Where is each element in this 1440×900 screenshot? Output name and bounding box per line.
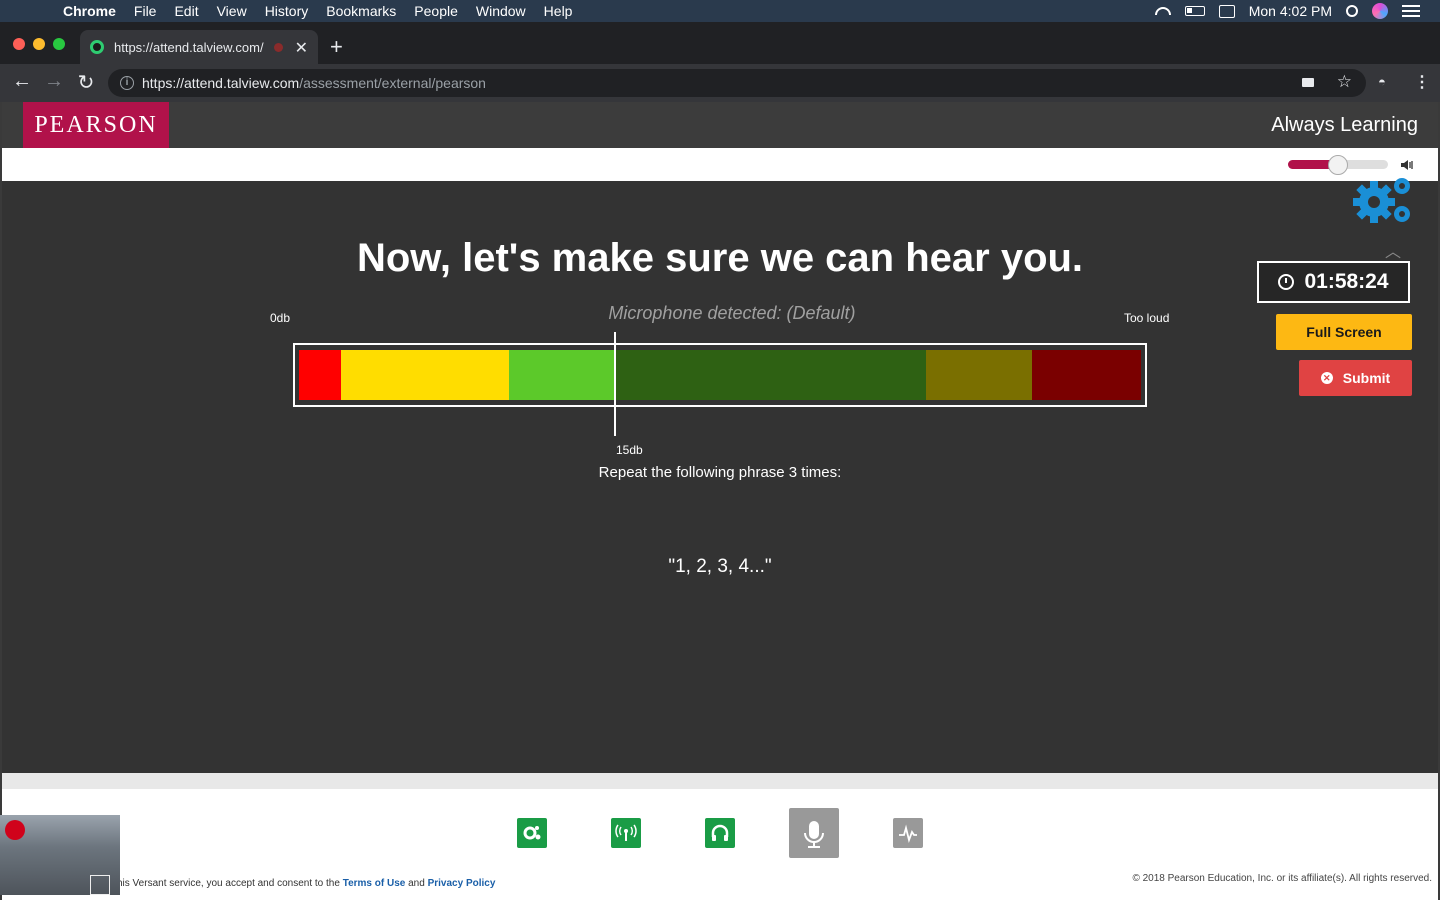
pearson-logo: PEARSON (23, 102, 169, 148)
tab-close-icon[interactable]: ✕ (295, 38, 308, 58)
camera-in-use-icon[interactable] (1302, 78, 1314, 87)
audio-level-marker (613, 332, 616, 436)
meter-max-label: Too loud (1124, 311, 1170, 325)
headphones-icon[interactable] (705, 818, 735, 848)
meter-segment-4 (614, 350, 927, 400)
window-minimize-button[interactable] (33, 38, 45, 50)
browser-toolbar: ← → ↻ i https://attend.talview.com/asses… (0, 64, 1440, 102)
menu-edit[interactable]: Edit (165, 0, 207, 22)
window-close-button[interactable] (13, 38, 25, 50)
tab-title: https://attend.talview.com/ (114, 39, 264, 55)
settings-gears-icon[interactable] (1350, 170, 1416, 230)
chrome-menu-icon[interactable]: ⋮ (1414, 72, 1430, 92)
consent-and: and (405, 878, 428, 889)
volume-strip (2, 148, 1438, 181)
settings-tool-icon[interactable] (517, 818, 547, 848)
menu-app[interactable]: Chrome (54, 0, 125, 22)
meter-segment-6 (1031, 350, 1141, 400)
microphone-status: Microphone detected: (Default) (608, 303, 856, 323)
recording-indicator-icon (274, 43, 283, 52)
calendar-icon[interactable] (1218, 4, 1235, 18)
battery-icon[interactable] (1184, 6, 1205, 16)
menu-window[interactable]: Window (467, 0, 535, 22)
timer-value: 01:58:24 (1304, 270, 1389, 293)
url-path: /assessment/external/pearson (299, 75, 486, 91)
consent-text: his Versant service, you accept and cons… (117, 878, 495, 889)
menu-history[interactable]: History (256, 0, 318, 22)
full-screen-button[interactable]: Full Screen (1276, 314, 1412, 350)
microphone-icon[interactable] (789, 808, 839, 858)
header-tagline: Always Learning (1271, 114, 1418, 136)
copyright-text: © 2018 Pearson Education, Inc. or its af… (1132, 873, 1432, 884)
meter-segment-5 (926, 350, 1032, 400)
address-bar[interactable]: i https://attend.talview.com/assessment/… (108, 69, 1366, 97)
forward-arrow-icon[interactable]: → (42, 70, 66, 93)
footer-divider (2, 773, 1438, 789)
incognito-icon[interactable]: ◓ (1378, 74, 1394, 90)
close-circle-icon: ✕ (1320, 372, 1333, 384)
page-header: PEARSON Always Learning (2, 102, 1438, 148)
page-title: Now, let's make sure we can hear you. (356, 236, 1084, 280)
waveform-icon[interactable] (893, 818, 923, 848)
network-signal-icon[interactable] (611, 818, 641, 848)
meter-segment-2 (341, 350, 510, 400)
terms-of-use-link[interactable]: Terms of Use (343, 878, 406, 889)
countdown-timer: 01:58:24 (1257, 261, 1410, 303)
menubar-clock[interactable]: Mon 4:02 PM (1249, 3, 1332, 19)
bookmark-star-icon[interactable]: ☆ (1337, 72, 1352, 92)
menu-bookmarks[interactable]: Bookmarks (317, 0, 405, 22)
menu-view[interactable]: View (208, 0, 256, 22)
back-arrow-icon[interactable]: ← (10, 70, 34, 93)
reload-icon[interactable]: ↻ (74, 70, 98, 95)
volume-slider-handle[interactable] (1328, 155, 1348, 175)
submit-button[interactable]: ✕ Submit (1299, 360, 1412, 396)
browser-tab[interactable]: https://attend.talview.com/ ✕ (80, 30, 318, 64)
talview-favicon-icon (90, 40, 104, 54)
submit-label: Submit (1342, 370, 1391, 386)
recording-dot-icon (5, 820, 25, 840)
instruction-text: Repeat the following phrase 3 times: (598, 464, 842, 481)
meter-min-label: 0db (270, 311, 291, 325)
spotlight-search-icon[interactable] (1346, 5, 1358, 17)
menu-file[interactable]: File (125, 0, 166, 22)
meter-segment-3 (509, 350, 615, 400)
macos-menubar: Chrome File Edit View History Bookmarks … (0, 0, 1440, 22)
expand-icon[interactable] (90, 875, 110, 895)
url-host: https://attend.talview.com (142, 75, 300, 91)
clock-icon (1278, 274, 1295, 290)
audio-level-meter (299, 350, 1141, 400)
browser-tabbar: https://attend.talview.com/ ✕ + (0, 22, 1440, 64)
phrase-text: "1, 2, 3, 4..." (668, 556, 772, 577)
new-tab-icon[interactable]: + (330, 34, 343, 60)
notification-center-icon[interactable] (1402, 5, 1420, 17)
meter-marker-label: 15db (616, 443, 643, 457)
privacy-policy-link[interactable]: Privacy Policy (428, 878, 496, 889)
site-info-icon[interactable]: i (120, 76, 134, 90)
menu-people[interactable]: People (405, 0, 467, 22)
wifi-icon[interactable] (1154, 7, 1171, 15)
consent-prefix: his Versant service, you accept and cons… (117, 878, 343, 889)
window-zoom-button[interactable] (53, 38, 65, 50)
meter-segment-1 (299, 350, 342, 400)
siri-icon[interactable] (1372, 3, 1388, 19)
menu-help[interactable]: Help (535, 0, 582, 22)
